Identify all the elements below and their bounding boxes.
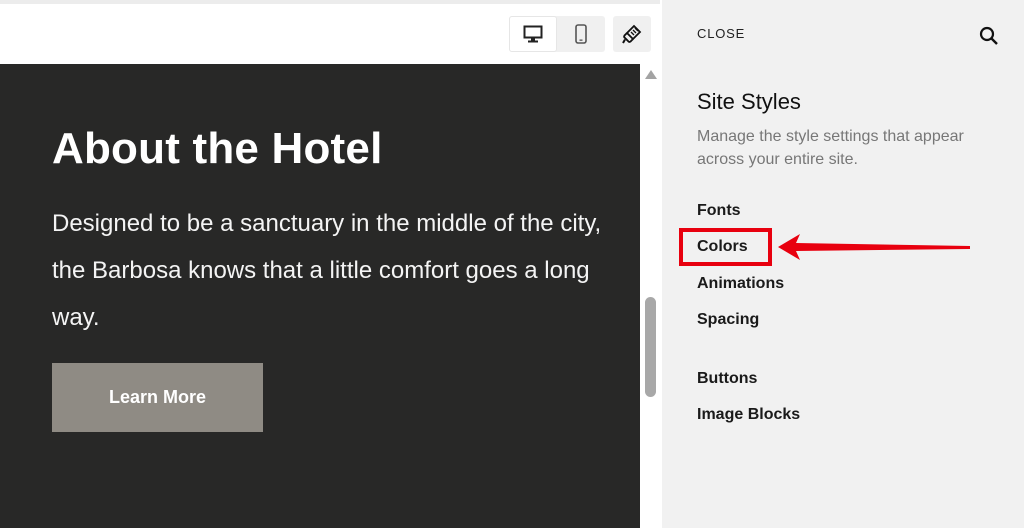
paintbrush-icon xyxy=(622,24,642,44)
desktop-icon xyxy=(523,25,543,43)
colors-highlight-box xyxy=(679,228,772,266)
menu-item-buttons[interactable]: Buttons xyxy=(697,370,757,388)
red-arrow-icon xyxy=(778,234,970,260)
learn-more-button[interactable]: Learn More xyxy=(52,363,263,432)
mobile-view-button[interactable] xyxy=(557,16,605,52)
mobile-icon xyxy=(575,24,587,44)
desktop-view-button[interactable] xyxy=(509,16,557,52)
page-preview: About the Hotel Designed to be a sanctua… xyxy=(0,64,640,528)
menu-item-spacing[interactable]: Spacing xyxy=(697,311,759,329)
panel-title: Site Styles xyxy=(697,89,801,114)
menu-item-fonts[interactable]: Fonts xyxy=(697,202,741,220)
toolbar-divider xyxy=(0,0,660,4)
close-button[interactable]: CLOSE xyxy=(697,26,745,41)
device-view-toggle xyxy=(509,16,605,52)
menu-item-animations[interactable]: Animations xyxy=(697,275,784,293)
scrollbar-thumb[interactable] xyxy=(645,297,656,397)
site-styles-panel: CLOSE Site Styles Manage the style setti… xyxy=(662,0,1024,528)
search-icon[interactable] xyxy=(979,26,999,46)
preview-scrollbar[interactable] xyxy=(640,64,662,528)
editor-toolbar xyxy=(0,0,660,64)
menu-item-image-blocks[interactable]: Image Blocks xyxy=(697,406,800,424)
panel-description: Manage the style settings that appear ac… xyxy=(697,128,964,168)
hero-title: About the Hotel xyxy=(52,124,383,173)
scroll-up-arrow-icon[interactable] xyxy=(645,70,657,79)
site-styles-button[interactable] xyxy=(613,16,651,52)
hero-body-text: Designed to be a sanctuary in the middle… xyxy=(52,210,602,331)
